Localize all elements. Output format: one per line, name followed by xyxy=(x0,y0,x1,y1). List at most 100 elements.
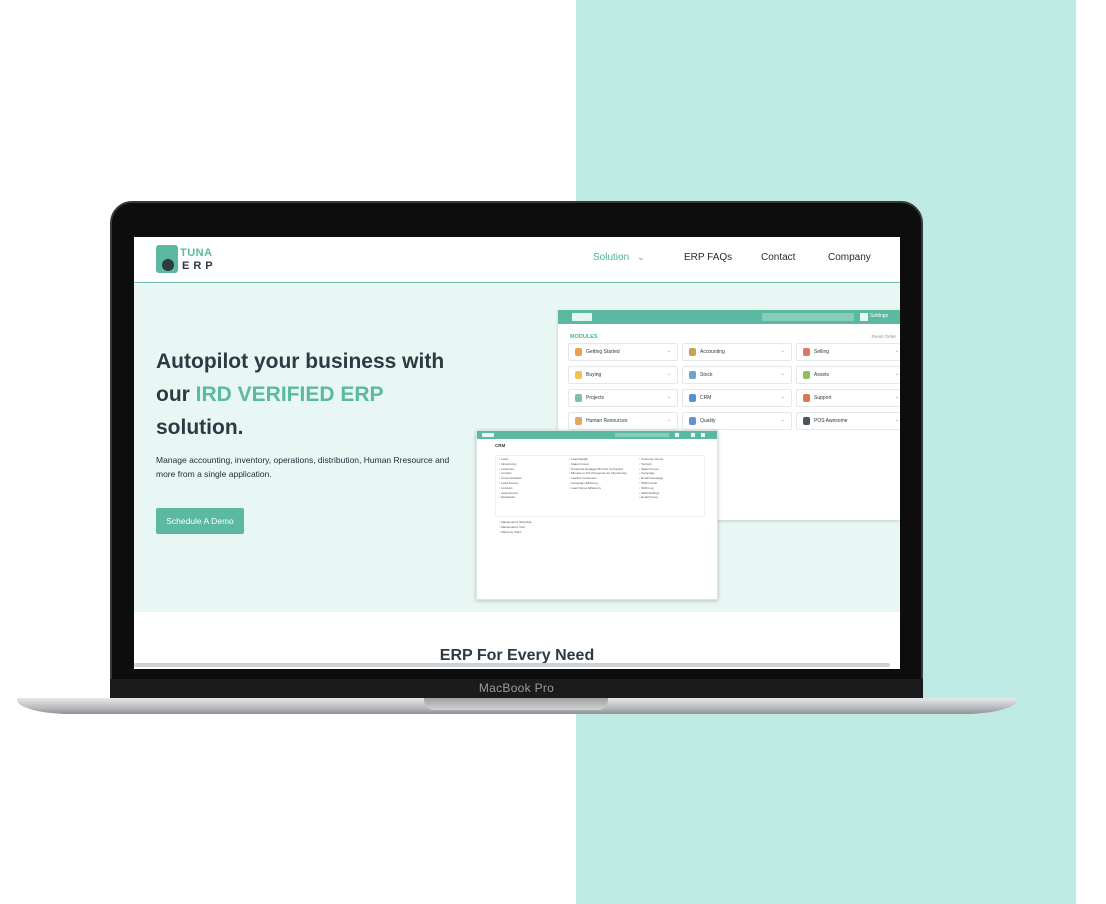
module-card[interactable]: Human Resources ⌄ xyxy=(568,412,678,430)
tuna-erp-logo[interactable]: TUNA ERP xyxy=(156,245,216,275)
chevron-down-icon: ⌄ xyxy=(666,394,671,400)
laptop-notch xyxy=(424,698,608,710)
bullet-icon: • xyxy=(499,466,501,471)
module-icon xyxy=(575,348,582,356)
module-label: POS Awesome xyxy=(814,418,848,424)
module-label: Buying xyxy=(586,372,602,378)
module-icon xyxy=(689,348,696,356)
module-label: Assets xyxy=(814,372,830,378)
module-label: Projects xyxy=(586,395,605,401)
crm-mockup-search-bar xyxy=(615,433,669,437)
bullet-icon: • xyxy=(639,471,641,476)
module-label: Support xyxy=(814,395,832,401)
module-card[interactable]: Stock ⌄ xyxy=(682,366,792,384)
nav-solution-label: Solution xyxy=(593,252,630,263)
chevron-down-icon: ⌄ xyxy=(780,371,785,377)
module-label: Stock xyxy=(700,372,713,378)
bullet-icon: • xyxy=(499,476,501,481)
hero-description: Manage accounting, inventory, operations… xyxy=(156,455,450,479)
bullet-icon: • xyxy=(499,529,501,534)
mockup-settings-icon xyxy=(860,313,868,321)
bullet-icon: • xyxy=(639,457,641,461)
module-card[interactable]: Assets ⌄ xyxy=(796,366,900,384)
nav-solution[interactable]: Solution ⌄ xyxy=(593,252,645,263)
hero-title-end: solution. xyxy=(156,416,244,439)
bullet-icon: • xyxy=(569,476,571,481)
nav-company[interactable]: Company xyxy=(828,252,871,263)
laptop-bezel-chin: MacBook Pro xyxy=(110,679,923,698)
bullet-icon: • xyxy=(639,485,641,490)
crm-maintenance-column: •Maintenance Schedule •Maintenance Visit •… xyxy=(499,520,532,534)
module-label: Accounting xyxy=(700,349,725,355)
module-label: Getting Started xyxy=(586,349,620,355)
chevron-down-icon: ⌄ xyxy=(666,371,671,377)
crm-sales-pipeline-column: •Lead •Opportunity •Customer •Contact •Commu… xyxy=(499,457,522,500)
macbook-label: MacBook Pro xyxy=(478,681,555,695)
crm-mockup-topbar xyxy=(477,431,717,439)
bullet-icon: • xyxy=(499,490,501,495)
crm-mockup-logo xyxy=(482,433,494,437)
module-card[interactable]: Selling ⌄ xyxy=(796,343,900,361)
bullet-icon: • xyxy=(639,476,641,481)
chevron-down-icon: ⌄ xyxy=(666,417,671,423)
module-icon xyxy=(575,371,582,379)
crm-link[interactable]: •Lead Owner Efficiency xyxy=(569,486,627,491)
schedule-demo-button[interactable]: Schedule A Demo xyxy=(156,508,244,534)
logo-text-bottom: ERP xyxy=(182,260,217,272)
bullet-icon: • xyxy=(499,471,501,476)
module-card[interactable]: Quality ⌄ xyxy=(682,412,792,430)
mockup-topbar: Settings xyxy=(558,310,900,324)
crm-mockup-user-icon xyxy=(701,433,705,437)
bullet-icon: • xyxy=(499,524,501,529)
bullet-icon: • xyxy=(569,485,571,490)
bullet-icon: • xyxy=(569,471,571,476)
bullet-icon: • xyxy=(499,457,501,461)
crm-mockup-notification-icon xyxy=(691,433,695,437)
chevron-down-icon: ⌄ xyxy=(637,252,645,262)
crm-reports-column: •Lead Details •Sales Funnel •Prospects Eng… xyxy=(569,457,627,491)
module-icon xyxy=(689,371,696,379)
crm-link[interactable]: •Warranty Claim xyxy=(499,530,532,535)
bullet-icon: • xyxy=(569,457,571,461)
module-card[interactable]: Accounting ⌄ xyxy=(682,343,792,361)
bullet-icon: • xyxy=(499,461,501,466)
chevron-down-icon: ⌄ xyxy=(780,394,785,400)
module-card[interactable]: Projects ⌄ xyxy=(568,389,678,407)
module-icon xyxy=(803,371,810,379)
crm-mockup-title: CRM xyxy=(495,443,506,448)
crm-settings-column: •Customer Group •Territory •Sales Person •C… xyxy=(639,457,663,500)
mockup-settings-label: Settings xyxy=(870,313,889,319)
bullet-icon: • xyxy=(569,466,571,471)
module-label: Human Resources xyxy=(586,418,628,424)
module-card[interactable]: Buying ⌄ xyxy=(568,366,678,384)
crm-link[interactable]: •Email Group xyxy=(639,495,663,500)
hero-section: Autopilot your business with our IRD VER… xyxy=(134,284,900,612)
module-icon xyxy=(575,417,582,425)
chevron-down-icon: ⌄ xyxy=(894,348,899,354)
module-card[interactable]: POS Awesome ⌄ xyxy=(796,412,900,430)
module-icon xyxy=(803,394,810,402)
crm-link[interactable]: •Newsletter xyxy=(499,495,522,500)
bullet-icon: • xyxy=(639,461,641,466)
module-card[interactable]: Getting Started ⌄ xyxy=(568,343,678,361)
crm-mockup-settings-icon xyxy=(675,433,679,437)
bullet-icon: • xyxy=(569,461,571,466)
module-icon xyxy=(803,348,810,356)
bullet-icon: • xyxy=(499,495,501,500)
bullet-icon: • xyxy=(499,480,501,485)
nav-erp-faqs[interactable]: ERP FAQs xyxy=(684,252,732,263)
module-card[interactable]: Support ⌄ xyxy=(796,389,900,407)
laptop-screen: TUNA ERP Solution ⌄ ERP FAQs Contact Comp… xyxy=(134,237,900,669)
nav-contact[interactable]: Contact xyxy=(761,252,795,263)
hero-title-accent: IRD VERIFIED ERP xyxy=(195,383,384,406)
horizontal-scrollbar[interactable] xyxy=(134,663,890,667)
bullet-icon: • xyxy=(639,480,641,485)
module-label: CRM xyxy=(700,395,712,401)
module-icon xyxy=(803,417,810,425)
module-icon xyxy=(689,394,696,402)
crm-mockup-window: CRM •Lead •Opportunity •Customer •Contact •C… xyxy=(476,430,718,600)
bullet-icon: • xyxy=(639,490,641,495)
site-header: TUNA ERP Solution ⌄ ERP FAQs Contact Comp… xyxy=(134,237,900,283)
module-card[interactable]: CRM ⌄ xyxy=(682,389,792,407)
chevron-down-icon: ⌄ xyxy=(894,371,899,377)
